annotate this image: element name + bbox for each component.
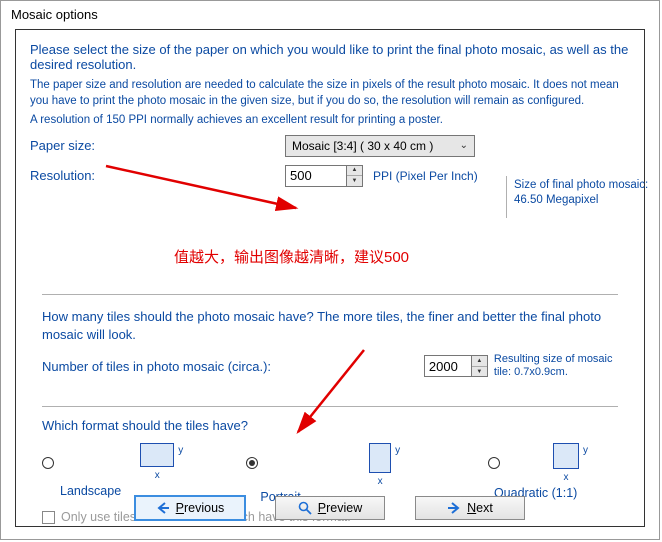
divider-1 [42,294,618,295]
tiles-question: How many tiles should the photo mosaic h… [42,308,618,343]
radio-quadratic[interactable] [488,457,500,469]
arrow-left-icon [156,501,170,515]
final-size-info: Size of final photo mosaic: 46.50 Megapi… [514,178,654,208]
axis-y-label: y [178,445,183,456]
format-option-portrait[interactable]: y x Portrait [246,443,488,504]
vertical-separator [506,176,507,218]
preview-button[interactable]: Preview [275,496,385,520]
dialog-window: Mosaic options Please select the size of… [0,0,660,540]
content-panel: Please select the size of the paper on w… [15,29,645,527]
resolution-label: Resolution: [30,168,285,183]
spinner-down-icon[interactable]: ▼ [347,176,362,186]
radio-landscape[interactable] [42,457,54,469]
axis-x-label: x [378,476,383,487]
resolution-unit: PPI (Pixel Per Inch) [373,169,478,183]
tile-result-info: Resulting size of mosaic tile: 0.7x0.9cm… [494,353,618,379]
previous-button[interactable]: Previous [135,496,245,520]
format-question: Which format should the tiles have? [42,418,618,433]
format-option-quadratic[interactable]: y x Quadratic (1:1) [488,443,618,504]
resolution-input[interactable] [286,166,346,186]
spinner-down-icon[interactable]: ▼ [472,367,487,377]
tile-result-value: 0.7x0.9cm. [514,366,568,378]
resolution-spinner[interactable]: ▲ ▼ [285,165,363,187]
axis-x-label: x [155,470,160,481]
chevron-down-icon: ⌄ [460,140,468,151]
axis-y-label: y [583,445,588,456]
format-option-landscape[interactable]: y x Landscape [42,443,246,504]
dialog-title: Mosaic options [1,1,659,29]
axis-y-label: y [395,445,400,456]
next-button-label: Next [467,501,493,515]
paper-size-label: Paper size: [30,138,285,153]
magnifier-icon [298,501,312,515]
previous-button-label: Previous [176,501,225,515]
spinner-up-icon[interactable]: ▲ [347,166,362,177]
intro-detail-2: A resolution of 150 PPI normally achieve… [30,113,630,129]
tiles-count-input[interactable] [425,356,471,376]
tile-shape-quadratic-icon [553,443,579,469]
paper-size-select[interactable]: Mosaic [3:4] ( 30 x 40 cm ) ⌄ [285,135,475,157]
preview-button-label: Preview [318,501,362,515]
next-button[interactable]: Next [415,496,525,520]
tiles-count-label: Number of tiles in photo mosaic (circa.)… [42,359,424,374]
annotation-text-cn: 值越大，输出图像越清晰，建议500 [174,246,409,267]
paper-size-value: Mosaic [3:4] ( 30 x 40 cm ) [292,139,433,153]
arrow-right-icon [447,501,461,515]
final-size-label: Size of final photo mosaic: [514,178,654,193]
spinner-up-icon[interactable]: ▲ [472,356,487,367]
divider-2 [42,406,618,407]
tile-shape-landscape-icon [140,443,174,467]
axis-x-label: x [563,472,568,483]
intro-main: Please select the size of the paper on w… [30,42,630,72]
tile-shape-portrait-icon [369,443,391,473]
intro-detail-1: The paper size and resolution are needed… [30,78,630,109]
final-size-value: 46.50 Megapixel [514,193,654,208]
radio-portrait[interactable] [246,457,258,469]
tiles-count-spinner[interactable]: ▲ ▼ [424,355,488,377]
